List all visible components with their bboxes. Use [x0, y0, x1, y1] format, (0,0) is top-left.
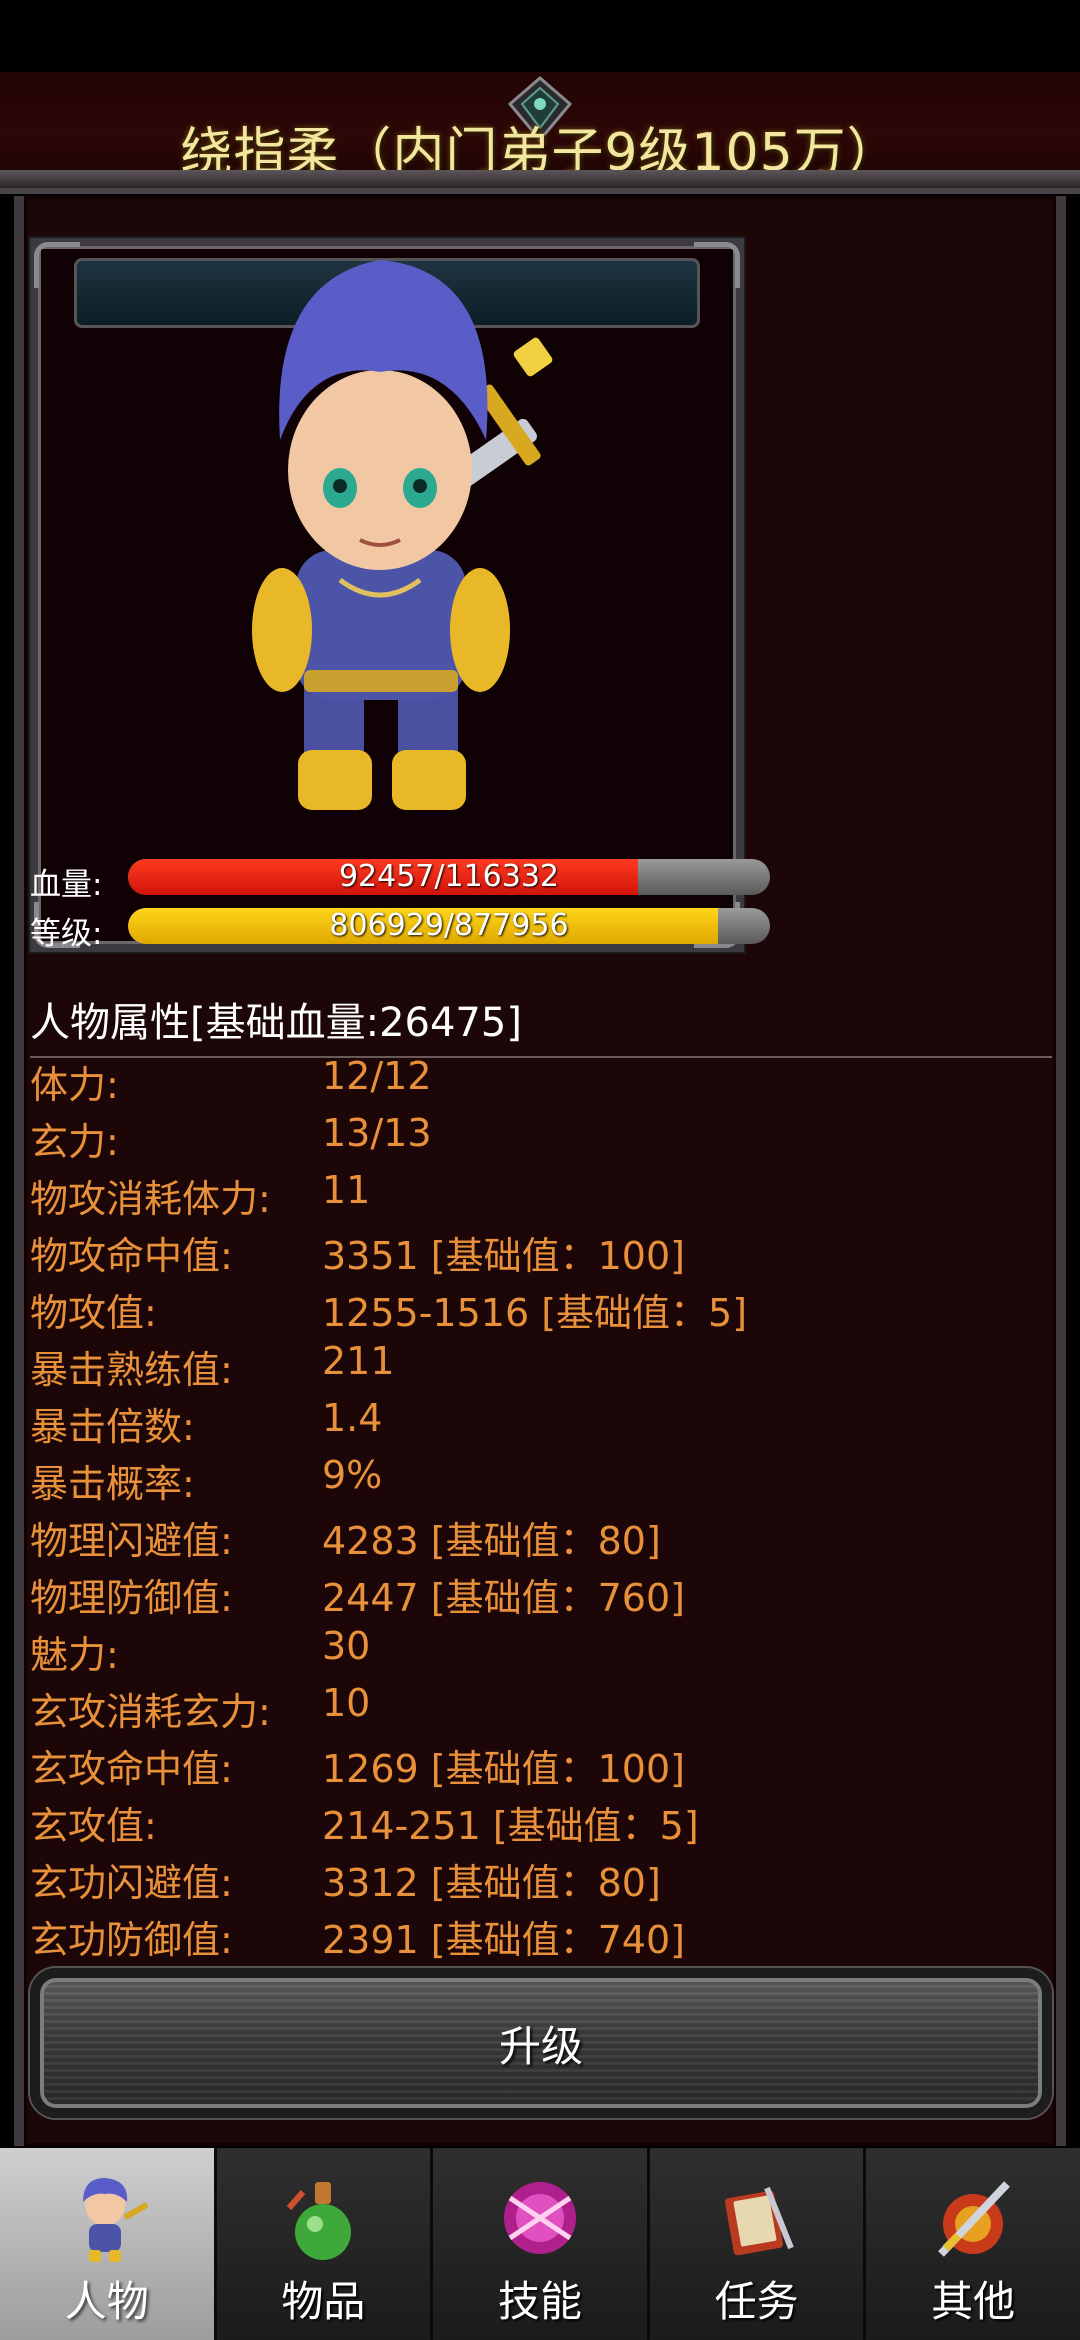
attribute-name: 物攻命中值:	[30, 1234, 233, 1278]
level-bar: 等级: 806929/877956	[30, 906, 770, 952]
attribute-value: 10	[322, 1681, 371, 1725]
level-value: 806929/877956	[329, 908, 569, 943]
attribute-name: 暴击概率:	[30, 1462, 195, 1506]
nav-label: 其他	[931, 2277, 1016, 2326]
level-label: 等级:	[30, 916, 103, 952]
nav-tab-items[interactable]: 物品	[216, 2148, 434, 2340]
attribute-row: 玄功防御值: 2391 [基础值：740]	[30, 1905, 1050, 1962]
attribute-name: 玄功防御值:	[30, 1918, 233, 1962]
bottom-nav: 人物 物品 技能 任务 其他	[0, 2148, 1080, 2340]
hp-label: 血量:	[30, 867, 103, 903]
attribute-name: 玄力:	[30, 1120, 119, 1164]
attribute-value: 4283 [基础值：80]	[322, 1519, 661, 1563]
attribute-value: 9%	[322, 1453, 383, 1497]
attribute-name: 玄功闪避值:	[30, 1861, 233, 1905]
attribute-name: 玄攻消耗玄力:	[30, 1690, 271, 1734]
nav-tab-skills[interactable]: 技能	[433, 2148, 650, 2340]
frame-corner	[34, 242, 80, 288]
attribute-name: 体力:	[30, 1063, 119, 1107]
attribute-row: 物攻命中值: 3351 [基础值：100]	[30, 1221, 1050, 1278]
attribute-value: 30	[322, 1624, 371, 1668]
attribute-row: 物理闪避值: 4283 [基础值：80]	[30, 1506, 1050, 1563]
attribute-value: 1269 [基础值：100]	[322, 1747, 685, 1791]
hp-track: 92457/116332	[128, 859, 770, 895]
nav-tab-other[interactable]: 其他	[866, 2148, 1080, 2340]
attribute-name: 暴击倍数:	[30, 1405, 195, 1449]
attribute-name: 魅力:	[30, 1633, 119, 1677]
upgrade-button-label: 升级	[498, 2021, 583, 2071]
attribute-value: 11	[322, 1168, 371, 1212]
attribute-name: 暴击熟练值:	[30, 1348, 233, 1392]
upgrade-button[interactable]: 升级	[30, 1968, 1052, 2118]
attribute-row: 物理防御值: 2447 [基础值：760]	[30, 1563, 1050, 1620]
attribute-row: 玄功闪避值: 3312 [基础值：80]	[30, 1848, 1050, 1905]
attribute-row: 玄攻消耗玄力: 10	[30, 1677, 1050, 1734]
nav-tab-character[interactable]: 人物	[0, 2148, 217, 2340]
attribute-name: 物理闪避值:	[30, 1519, 233, 1563]
attribute-value: 214-251 [基础值：5]	[322, 1804, 699, 1848]
attribute-name: 物理防御值:	[30, 1576, 233, 1620]
game-screen: 绕指柔（内门弟子9级105万） 血量: 92457/116332 等级: 806…	[0, 0, 1080, 2340]
hp-bar: 血量: 92457/116332	[30, 857, 770, 903]
nav-label: 物品	[281, 2277, 366, 2326]
attribute-row: 玄攻命中值: 1269 [基础值：100]	[30, 1734, 1050, 1791]
skill-orb-icon	[503, 2182, 576, 2254]
attribute-name: 玄攻命中值:	[30, 1747, 233, 1791]
attribute-name: 物攻值:	[30, 1291, 157, 1335]
frame-corner	[694, 242, 740, 288]
potion-icon	[287, 2182, 352, 2260]
attribute-name: 物攻消耗体力:	[30, 1177, 271, 1221]
attribute-row: 暴击熟练值: 211	[30, 1335, 1050, 1392]
sword-shield-icon	[938, 2181, 1011, 2257]
attribute-row: 暴击倍数: 1.4	[30, 1392, 1050, 1449]
attribute-value: 13/13	[322, 1111, 432, 1155]
hp-value: 92457/116332	[338, 859, 560, 894]
attribute-value: 1255-1516 [基础值：5]	[322, 1291, 748, 1335]
nav-label: 人物	[64, 2277, 149, 2326]
nav-label: 任务	[714, 2277, 799, 2326]
quest-book-icon	[724, 2186, 794, 2256]
nav-label: 技能	[497, 2277, 582, 2326]
attributes-header: 人物属性[基础血量:26475]	[30, 990, 1052, 1058]
character-icon	[82, 2178, 148, 2262]
attribute-value: 3351 [基础值：100]	[322, 1234, 685, 1278]
attribute-name: 玄攻值:	[30, 1804, 157, 1848]
attribute-row: 物攻消耗体力: 11	[30, 1164, 1050, 1221]
attributes-list: 体力: 12/12 玄力: 13/13 物攻消耗体力: 11 物攻命中值: 3351 [基础值…	[30, 1050, 1050, 1962]
attribute-row: 暴击概率: 9%	[30, 1449, 1050, 1506]
attribute-value: 211	[322, 1339, 395, 1383]
attribute-value: 2391 [基础值：740]	[322, 1918, 685, 1962]
attribute-row: 物攻值: 1255-1516 [基础值：5]	[30, 1278, 1050, 1335]
attribute-value: 12/12	[322, 1054, 432, 1098]
attribute-row: 体力: 12/12	[30, 1050, 1050, 1107]
attribute-value: 1.4	[322, 1396, 383, 1440]
attribute-row: 玄攻值: 214-251 [基础值：5]	[30, 1791, 1050, 1848]
nav-tab-quests[interactable]: 任务	[649, 2148, 867, 2340]
level-track: 806929/877956	[128, 908, 770, 944]
attribute-row: 魅力: 30	[30, 1620, 1050, 1677]
attribute-row: 玄力: 13/13	[30, 1107, 1050, 1164]
attribute-value: 2447 [基础值：760]	[322, 1576, 685, 1620]
attribute-value: 3312 [基础值：80]	[322, 1861, 661, 1905]
character-avatar	[252, 260, 553, 810]
